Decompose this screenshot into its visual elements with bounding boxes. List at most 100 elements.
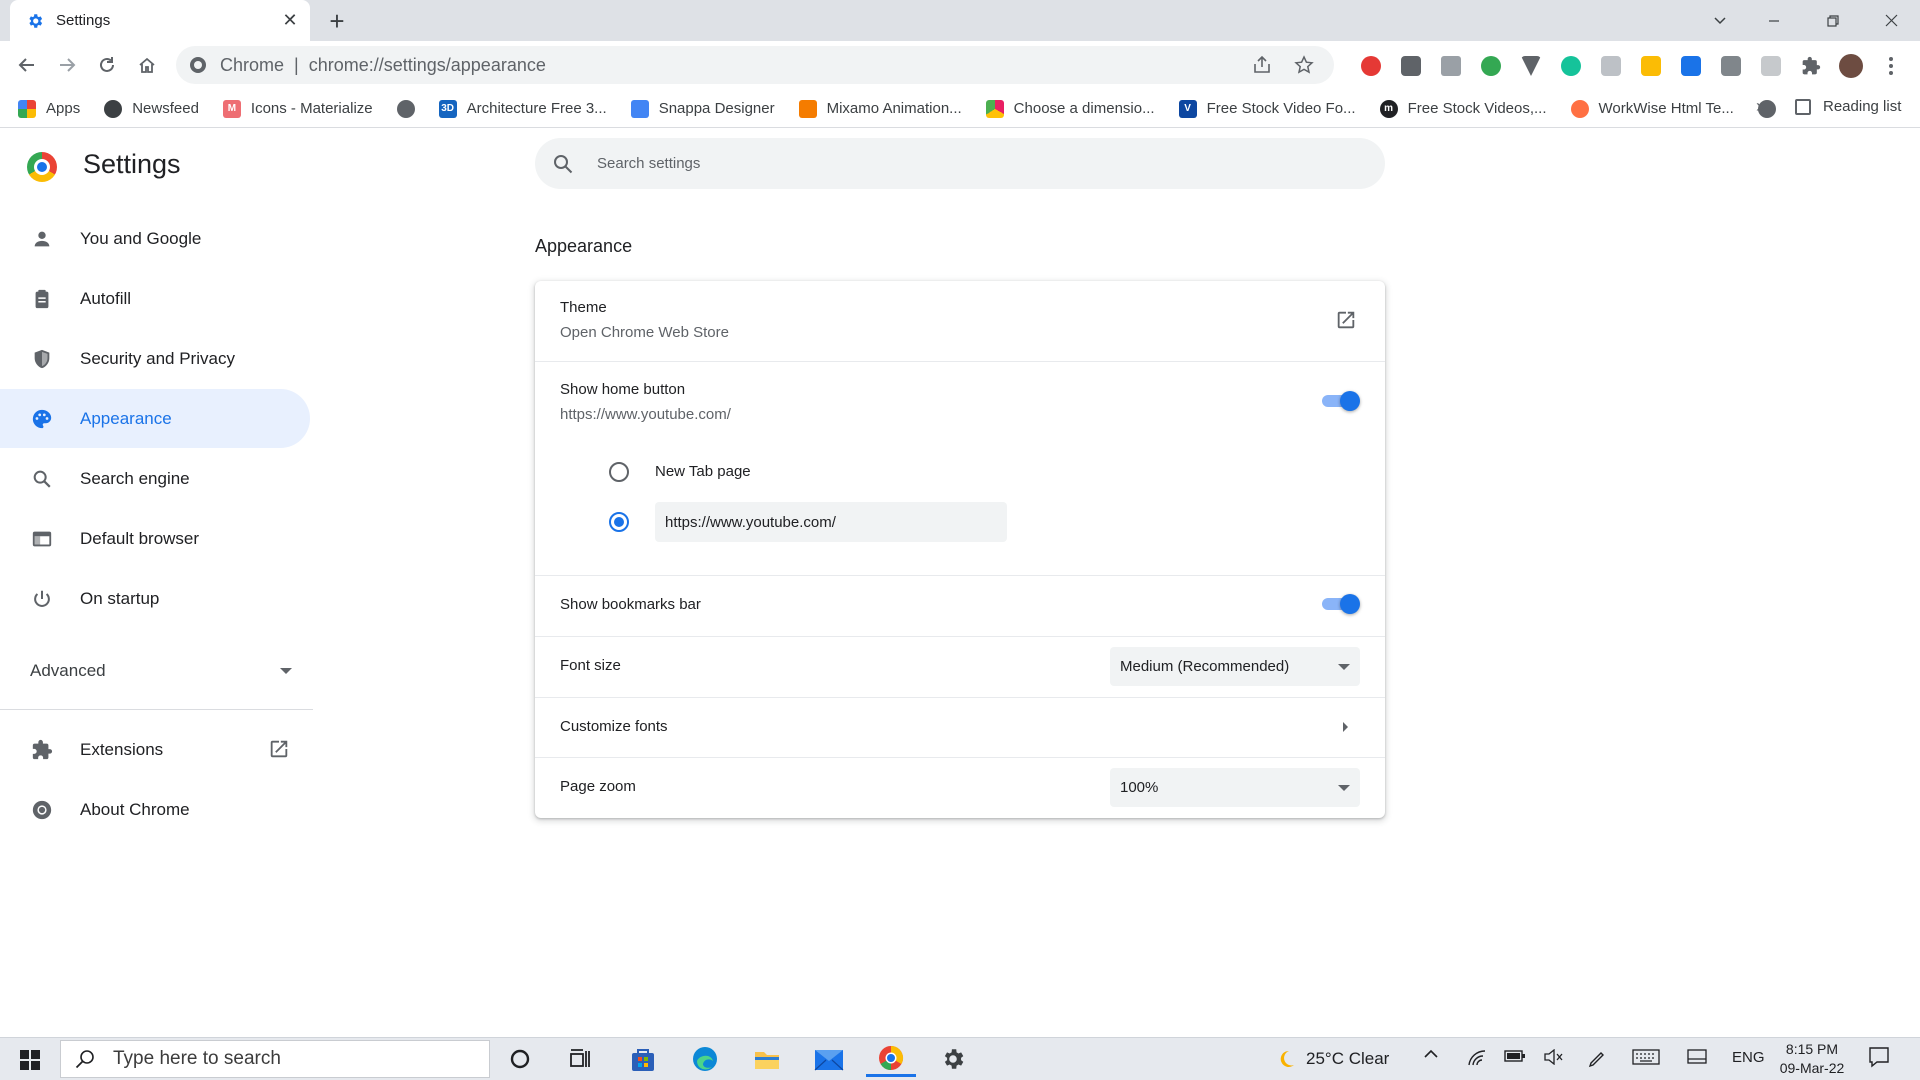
home-icon: [139, 57, 155, 73]
json-extension-icon[interactable]: [1438, 53, 1464, 79]
restore-button[interactable]: [1808, 0, 1858, 41]
pen-button[interactable]: [1587, 1049, 1607, 1069]
windows-logo-icon: [20, 1050, 40, 1070]
bookmark-free-stock-video[interactable]: V Free Stock Video Fo...: [1178, 99, 1356, 118]
sidebar-item-you-and-google[interactable]: You and Google: [0, 209, 310, 268]
close-tab-icon[interactable]: ✕: [280, 10, 300, 31]
sidebar-item-label: On startup: [80, 588, 160, 608]
vue-extension-icon[interactable]: [1518, 53, 1544, 79]
opera-extension-icon[interactable]: [1358, 53, 1384, 79]
cortana-button[interactable]: [495, 1041, 545, 1077]
customize-fonts-row[interactable]: Customize fonts: [535, 698, 1385, 757]
folder-icon: [755, 1052, 779, 1069]
theme-row[interactable]: Theme Open Chrome Web Store: [535, 281, 1385, 361]
facebook-extension-icon[interactable]: [1398, 53, 1424, 79]
store-app[interactable]: [618, 1041, 668, 1077]
weather-widget[interactable]: 25°C Clear: [1276, 1049, 1389, 1069]
home-button[interactable]: [129, 47, 165, 83]
extensions-puzzle-icon[interactable]: [1798, 53, 1824, 79]
mail-app[interactable]: [804, 1041, 854, 1077]
font-size-select[interactable]: Medium (Recommended): [1110, 647, 1360, 686]
notification-extension-icon[interactable]: [1478, 53, 1504, 79]
browser-icon: [30, 527, 54, 551]
address-bar[interactable]: Chrome | chrome://settings/appearance: [176, 46, 1334, 84]
custom-home-url-field[interactable]: https://www.youtube.com/: [655, 502, 1007, 542]
chrome-app[interactable]: [866, 1041, 916, 1077]
volume-button[interactable]: [1543, 1049, 1563, 1065]
bookmark-architecture[interactable]: 3D Architecture Free 3...: [438, 99, 607, 118]
grammarly-extension-icon[interactable]: [1558, 53, 1584, 79]
sidebar-item-search-engine[interactable]: Search engine: [0, 449, 310, 508]
bookmarks-overflow-button[interactable]: »: [1756, 96, 1766, 117]
sidebar-item-appearance[interactable]: Appearance: [0, 389, 310, 448]
reading-list-button[interactable]: Reading list: [1795, 98, 1901, 115]
search-input[interactable]: [597, 155, 1297, 172]
bookmark-label: Choose a dimensio...: [1013, 100, 1155, 117]
sidebar-item-on-startup[interactable]: On startup: [0, 569, 310, 628]
bookmark-star-icon[interactable]: [1294, 55, 1318, 75]
menu-kebab-icon[interactable]: [1878, 53, 1904, 79]
battery-button[interactable]: [1504, 1049, 1526, 1063]
task-view-icon: [570, 1049, 590, 1067]
minimize-button[interactable]: [1749, 0, 1799, 41]
colorpicker-extension-icon[interactable]: [1678, 53, 1704, 79]
show-hidden-icons-button[interactable]: [1423, 1049, 1439, 1059]
new-tab-button[interactable]: +: [322, 6, 352, 36]
address-url[interactable]: chrome://settings/appearance: [309, 55, 1252, 76]
sidebar-item-default-browser[interactable]: Default browser: [0, 509, 310, 568]
start-button[interactable]: [10, 1043, 50, 1077]
sidebar-item-security[interactable]: Security and Privacy: [0, 329, 310, 388]
settings-app[interactable]: [928, 1041, 978, 1077]
keyboard-icon: [1632, 1049, 1660, 1065]
game-extension-icon[interactable]: [1718, 53, 1744, 79]
taskbar-clock[interactable]: 8:15 PM 09-Mar-22: [1774, 1040, 1850, 1078]
bookmark-choose-dimension[interactable]: Choose a dimensio...: [985, 99, 1155, 118]
profile-avatar[interactable]: [1838, 53, 1864, 79]
tab-search-button[interactable]: [1695, 0, 1745, 41]
sidebar-item-label: Search engine: [80, 468, 190, 488]
custom-home-url-value[interactable]: https://www.youtube.com/: [665, 514, 836, 531]
image-extension-icon[interactable]: [1598, 53, 1624, 79]
home-button-subtitle: https://www.youtube.com/: [560, 406, 731, 423]
taskbar-search[interactable]: Type here to search: [60, 1040, 490, 1078]
bookmark-globe[interactable]: [396, 99, 415, 118]
home-button-toggle[interactable]: [1320, 391, 1360, 411]
sidebar-item-about-chrome[interactable]: About Chrome: [0, 780, 310, 839]
site-info-icon[interactable]: [190, 57, 206, 73]
screenshot-extension-icon[interactable]: [1638, 53, 1664, 79]
microsoft-store-icon: [632, 1049, 654, 1071]
input-language-button[interactable]: ENG: [1732, 1049, 1765, 1066]
settings-search[interactable]: [535, 138, 1385, 189]
share-icon[interactable]: [1252, 55, 1276, 75]
task-view-button[interactable]: [555, 1041, 605, 1077]
edge-app[interactable]: [680, 1041, 730, 1077]
sidebar-item-extensions[interactable]: Extensions: [0, 720, 300, 779]
tab-settings[interactable]: Settings ✕: [10, 0, 310, 41]
bookmark-workwise[interactable]: WorkWise Html Te...: [1570, 99, 1734, 118]
bookmark-apps[interactable]: Apps: [18, 99, 80, 118]
bookmark-free-stock-videos[interactable]: m Free Stock Videos,...: [1379, 99, 1547, 118]
notifications-button[interactable]: [1868, 1046, 1890, 1068]
file-explorer-app[interactable]: [742, 1041, 792, 1077]
radio-custom-url[interactable]: [609, 512, 629, 532]
hacker-extension-icon[interactable]: [1758, 53, 1784, 79]
bookmark-icons-materialize[interactable]: M Icons - Materialize: [222, 99, 373, 118]
reload-button[interactable]: [89, 47, 125, 83]
radio-new-tab-page[interactable]: [609, 462, 629, 482]
sidebar-item-autofill[interactable]: Autofill: [0, 269, 310, 328]
touch-keyboard-button[interactable]: [1632, 1049, 1660, 1065]
open-in-new-icon[interactable]: [1335, 309, 1357, 331]
display-button[interactable]: [1687, 1049, 1707, 1065]
sidebar-advanced-toggle[interactable]: Advanced: [30, 656, 292, 686]
bookmark-snappa[interactable]: Snappa Designer: [630, 99, 775, 118]
search-icon: [75, 1049, 97, 1069]
chevron-down-icon: [1714, 16, 1726, 24]
bookmarks-bar-toggle[interactable]: [1320, 594, 1360, 614]
bookmark-mixamo[interactable]: Mixamo Animation...: [798, 99, 962, 118]
forward-button[interactable]: [49, 47, 85, 83]
back-button[interactable]: [9, 47, 45, 83]
close-window-button[interactable]: [1866, 0, 1916, 41]
network-button[interactable]: [1467, 1049, 1487, 1067]
page-zoom-select[interactable]: 100%: [1110, 768, 1360, 807]
bookmark-newsfeed[interactable]: Newsfeed: [104, 99, 199, 118]
